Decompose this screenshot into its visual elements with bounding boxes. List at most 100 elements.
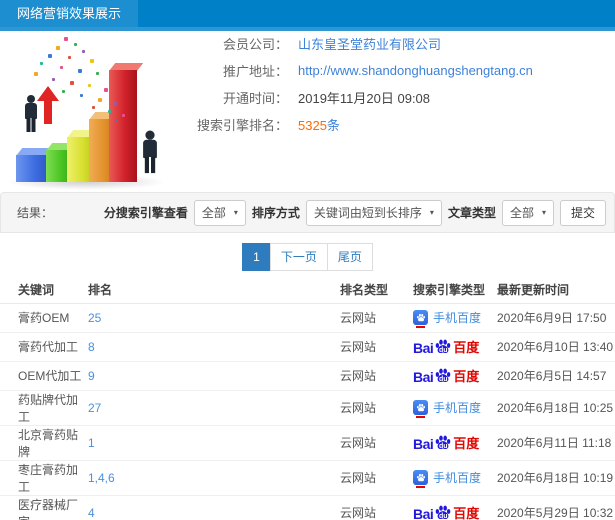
chevron-down-icon: ▾ <box>233 208 238 217</box>
article-type-select[interactable]: 全部 ▾ <box>501 199 554 226</box>
mobile-baidu-logo: 手机百度 <box>413 309 482 328</box>
baidu-paw-icon: du <box>434 338 452 356</box>
baidu-app-icon <box>413 470 428 488</box>
table-row: 北京膏药贴牌 1 云网站 Bai du 百度 2020年6月11日 11:18 <box>0 425 615 461</box>
baidu-paw-icon: du <box>434 504 452 520</box>
growth-chart-illustration <box>4 34 186 190</box>
engine-filter-label: 分搜索引擎查看 <box>103 206 188 220</box>
updated-cell: 2020年6月18日 10:25 <box>497 390 615 426</box>
rank-type-cell: 云网站 <box>340 303 413 333</box>
engine-filter-value: 全部 <box>201 206 226 220</box>
table-row: 药贴牌代加工 27 云网站 手机百度 2020年6月18日 10:25 <box>0 390 615 426</box>
baidu-paw-icon: du <box>434 434 452 452</box>
keyword-cell: 膏药代加工 <box>0 332 88 362</box>
updated-cell: 2020年6月5日 14:57 <box>497 361 615 391</box>
table-row: 医疗器械厂家 4 云网站 Bai du 百度 2020年5月29日 10:32 <box>0 495 615 520</box>
submit-button[interactable]: 提交 <box>559 199 606 226</box>
company-name-link[interactable]: 山东皇圣堂药业有限公司 <box>298 34 441 53</box>
article-type-label: 文章类型 <box>447 206 496 220</box>
result-label: 结果： <box>17 206 54 220</box>
rank-total-label: 搜索引擎排名： <box>196 118 288 133</box>
rank-link[interactable]: 1 <box>88 436 95 450</box>
keyword-cell: 北京膏药贴牌 <box>0 425 88 461</box>
page-number-1[interactable]: 1 <box>242 243 271 271</box>
rank-link[interactable]: 8 <box>88 340 95 354</box>
updated-cell: 2020年6月18日 10:19 <box>497 460 615 496</box>
mobile-baidu-logo: 手机百度 <box>413 399 481 418</box>
last-page-button[interactable]: 尾页 <box>326 243 373 271</box>
baidu-logo-du: du <box>439 376 448 383</box>
rank-link[interactable]: 27 <box>88 401 101 415</box>
marketing-report-page: 网络营销效果展示 会员公司： 山东皇圣堂药业有限公司 推广地址： http://… <box>0 0 615 520</box>
article-type-value: 全部 <box>509 206 534 220</box>
info-row-rank-total: 搜索引擎排名： 5325条 <box>186 111 611 138</box>
baidu-logo: Bai du 百度 <box>413 337 479 356</box>
chevron-down-icon: ▾ <box>541 208 546 217</box>
updated-cell: 2020年6月11日 11:18 <box>497 425 615 461</box>
bar-red-icon <box>109 63 144 182</box>
businessman-icon <box>24 95 38 133</box>
page-title: 网络营销效果展示 <box>0 0 139 27</box>
baidu-logo-bai: Bai <box>413 369 434 385</box>
red-underline <box>416 416 425 418</box>
rank-link[interactable]: 1,4,6 <box>88 471 115 485</box>
keyword-cell: 药贴牌代加工 <box>0 390 88 426</box>
pagination: 1 下一页 尾页 <box>0 243 615 271</box>
baidu-logo-du: du <box>439 347 448 354</box>
promo-url-link[interactable]: http://www.shandonghuangshengtang.cn <box>298 63 533 78</box>
bar-blue-icon <box>16 148 56 182</box>
open-time-value: 2019年11月20日 09:08 <box>298 91 431 106</box>
header-rank-type: 排名类型 <box>340 276 413 304</box>
mobile-baidu-label: 手机百度 <box>433 471 482 485</box>
chevron-down-icon: ▾ <box>429 208 434 217</box>
table-row: 膏药OEM 25 云网站 手机百度 2020年6月9日 17:50 <box>0 303 615 333</box>
next-page-button[interactable]: 下一页 <box>269 243 328 271</box>
baidu-logo-du: du <box>439 513 448 520</box>
sort-filter-select[interactable]: 关键词由短到长排序 ▾ <box>305 199 442 226</box>
red-underline <box>416 486 425 488</box>
keyword-cell: OEM代加工 <box>0 361 88 391</box>
keyword-cell: 膏药OEM <box>0 303 88 333</box>
table-body: 膏药OEM 25 云网站 手机百度 2020年6月9日 17:50 膏药代加工 … <box>0 303 615 520</box>
baidu-logo-cn: 百度 <box>453 340 480 355</box>
baidu-logo-bai: Bai <box>413 436 434 452</box>
filter-bar: 结果： 分搜索引擎查看 全部 ▾ 排序方式 关键词由短到长排序 ▾ 文章类型 全… <box>0 192 615 233</box>
header-updated: 最新更新时间 <box>497 276 615 304</box>
header-engine-type: 搜索引擎类型 <box>413 276 497 304</box>
info-row-url: 推广地址： http://www.shandonghuangshengtang.… <box>186 57 611 84</box>
table-header-row: 关键词 排名 排名类型 搜索引擎类型 最新更新时间 <box>0 276 615 304</box>
rank-link[interactable]: 25 <box>88 311 101 325</box>
baidu-logo-cn: 百度 <box>453 506 480 520</box>
promo-url-label: 推广地址： <box>222 64 288 79</box>
rank-type-cell: 云网站 <box>340 361 413 391</box>
rank-total-unit: 条 <box>326 118 340 133</box>
baidu-app-icon <box>413 310 428 328</box>
info-row-open-time: 开通时间： 2019年11月20日 09:08 <box>186 84 611 111</box>
up-arrow-icon <box>37 86 59 124</box>
table-row: OEM代加工 9 云网站 Bai du 百度 2020年6月5日 14:57 <box>0 361 615 391</box>
baidu-logo-bai: Bai <box>413 340 434 356</box>
engine-filter-select[interactable]: 全部 ▾ <box>193 199 246 226</box>
updated-cell: 2020年5月29日 10:32 <box>497 495 615 520</box>
baidu-logo-cn: 百度 <box>453 369 480 384</box>
rank-link[interactable]: 9 <box>88 369 95 383</box>
rank-type-cell: 云网站 <box>340 390 413 426</box>
mobile-baidu-label: 手机百度 <box>433 311 482 325</box>
rank-type-cell: 云网站 <box>340 332 413 362</box>
page-header: 网络营销效果展示 <box>0 0 615 31</box>
rank-type-cell: 云网站 <box>340 495 413 520</box>
table-row: 膏药代加工 8 云网站 Bai du 百度 2020年6月10日 13:40 <box>0 332 615 362</box>
company-label: 会员公司： <box>222 37 288 52</box>
baidu-logo: Bai du 百度 <box>413 366 479 385</box>
baidu-logo: Bai du 百度 <box>413 503 479 520</box>
red-underline <box>416 326 425 328</box>
header-keyword: 关键词 <box>0 276 88 304</box>
rank-link[interactable]: 4 <box>88 506 95 520</box>
updated-cell: 2020年6月10日 13:40 <box>497 332 615 362</box>
baidu-logo-cn: 百度 <box>453 436 480 451</box>
rank-total-value: 5325条 <box>298 115 340 134</box>
sort-filter-value: 关键词由短到长排序 <box>313 206 422 220</box>
company-info-panel: 会员公司： 山东皇圣堂药业有限公司 推广地址： http://www.shand… <box>186 30 611 138</box>
baidu-logo-du: du <box>439 443 448 450</box>
info-row-company: 会员公司： 山东皇圣堂药业有限公司 <box>186 30 611 57</box>
